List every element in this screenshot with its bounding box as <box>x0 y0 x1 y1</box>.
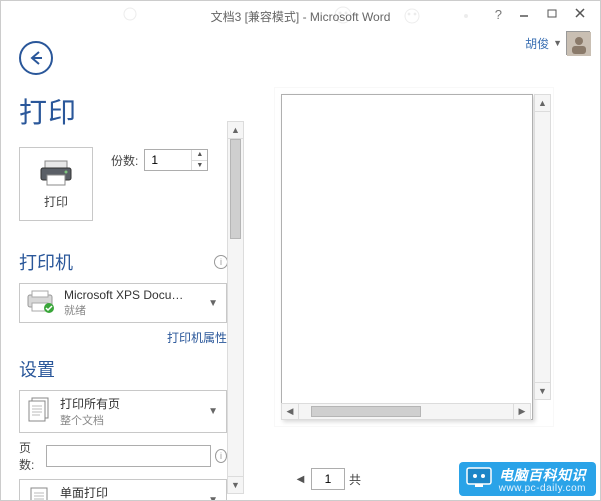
current-page-input[interactable] <box>311 468 345 490</box>
restore-button[interactable] <box>538 3 566 23</box>
prev-page-button[interactable]: ◀ <box>292 468 309 490</box>
window-title: 文档3 [兼容模式] - Microsoft Word <box>211 8 391 25</box>
info-icon[interactable]: i <box>215 449 227 463</box>
close-button[interactable] <box>566 3 594 23</box>
scroll-up-button[interactable]: ▲ <box>535 95 550 112</box>
scroll-left-button[interactable]: ◀ <box>282 404 299 419</box>
chevron-down-icon: ▼ <box>206 495 220 500</box>
printer-name: Microsoft XPS Docu… <box>64 288 198 302</box>
printer-status-icon <box>26 289 56 318</box>
scroll-up-button[interactable]: ▲ <box>228 122 243 139</box>
titlebar: 文档3 [兼容模式] - Microsoft Word ? <box>1 1 600 31</box>
copies-spinner[interactable]: ▲ ▼ <box>144 149 208 171</box>
scroll-down-button[interactable]: ▼ <box>535 382 550 399</box>
watermark-main: 电脑百科知识 <box>499 468 586 483</box>
printer-section-title: 打印机 <box>19 249 73 275</box>
scroll-track[interactable] <box>535 112 550 382</box>
print-scope-dropdown[interactable]: 打印所有页 整个文档 ▼ <box>19 390 227 433</box>
page-navigator: ◀ 共 <box>292 468 361 490</box>
pages-input[interactable] <box>46 445 211 467</box>
printer-status: 就绪 <box>64 302 198 318</box>
scope-sub: 整个文档 <box>60 412 198 428</box>
print-settings-pane: 打印 打印 份数: ▲ ▼ <box>1 31 246 500</box>
page-of-label: 共 <box>349 471 361 488</box>
minimize-button[interactable] <box>510 3 538 23</box>
settings-section-title: 设置 <box>19 356 55 382</box>
scroll-down-button[interactable]: ▼ <box>228 476 243 493</box>
copies-label: 份数: <box>111 152 138 169</box>
printer-properties-link[interactable]: 打印机属性 <box>19 329 227 346</box>
page-title: 打印 <box>19 91 228 131</box>
help-icon[interactable]: ? <box>495 7 502 22</box>
spin-down-button[interactable]: ▼ <box>192 161 207 171</box>
preview-vertical-scrollbar[interactable]: ▲ ▼ <box>534 94 551 400</box>
watermark-sub: www.pc-daily.com <box>499 483 586 494</box>
info-icon[interactable]: i <box>214 255 228 269</box>
copies-input[interactable] <box>145 150 191 170</box>
scroll-track[interactable] <box>299 404 513 419</box>
print-button-label: 打印 <box>44 193 68 210</box>
pages-icon <box>26 396 52 427</box>
scroll-track[interactable] <box>228 139 243 476</box>
printer-dropdown[interactable]: Microsoft XPS Docu… 就绪 ▼ <box>19 283 227 323</box>
page-preview <box>281 94 533 420</box>
watermark-badge: 电脑百科知识 www.pc-daily.com <box>459 462 596 496</box>
pages-label: 页数: <box>19 439 42 473</box>
window-controls <box>510 3 594 23</box>
scroll-thumb[interactable] <box>311 406 421 417</box>
single-side-icon <box>26 485 52 500</box>
preview-pane: ▲ ▼ ◀ ▶ ◀ 共 <box>246 31 600 500</box>
preview-horizontal-scrollbar[interactable]: ◀ ▶ <box>281 403 531 420</box>
monitor-icon <box>465 466 493 488</box>
scope-main: 打印所有页 <box>60 395 198 412</box>
printer-icon <box>39 159 73 187</box>
spin-up-button[interactable]: ▲ <box>192 150 207 161</box>
settings-scrollbar[interactable]: ▲ ▼ <box>227 121 244 494</box>
sides-main: 单面打印 <box>60 484 198 500</box>
print-button[interactable]: 打印 <box>19 147 93 221</box>
chevron-down-icon: ▼ <box>206 298 220 309</box>
chevron-down-icon: ▼ <box>206 406 220 417</box>
scroll-right-button[interactable]: ▶ <box>513 404 530 419</box>
sides-dropdown[interactable]: 单面打印 只打印一侧的页面 ▼ <box>19 479 227 500</box>
scroll-thumb[interactable] <box>230 139 241 239</box>
